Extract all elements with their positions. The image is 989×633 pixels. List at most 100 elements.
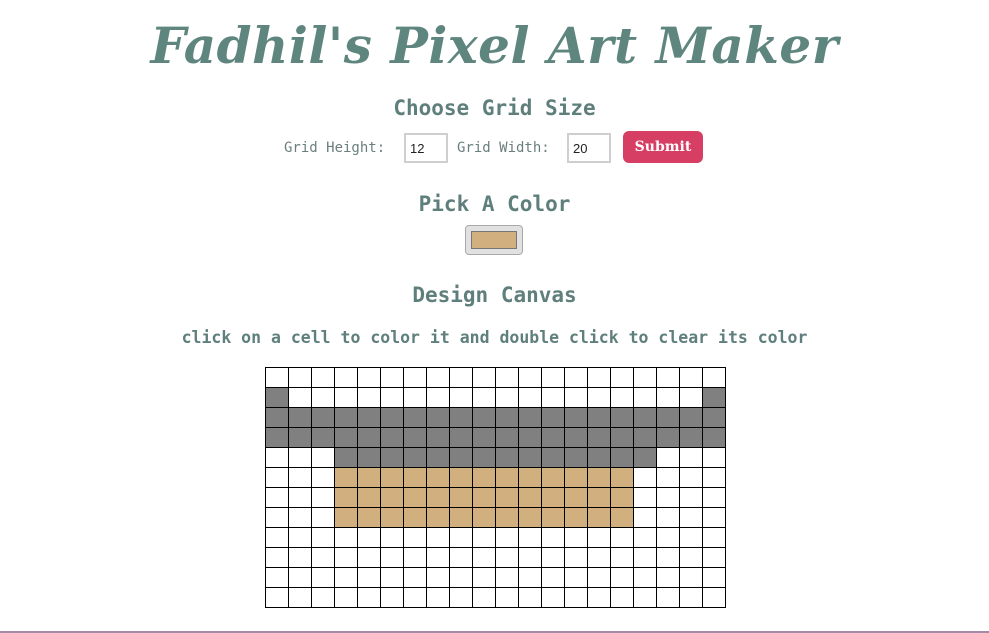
canvas-cell[interactable] xyxy=(380,447,404,468)
canvas-cell[interactable] xyxy=(472,507,496,528)
canvas-cell[interactable] xyxy=(679,547,703,568)
canvas-cell[interactable] xyxy=(265,447,289,468)
canvas-cell[interactable] xyxy=(610,527,634,548)
canvas-cell[interactable] xyxy=(495,427,519,448)
canvas-cell[interactable] xyxy=(265,507,289,528)
canvas-cell[interactable] xyxy=(679,367,703,388)
canvas-cell[interactable] xyxy=(679,587,703,608)
canvas-cell[interactable] xyxy=(472,387,496,408)
canvas-cell[interactable] xyxy=(564,467,588,488)
canvas-cell[interactable] xyxy=(311,507,335,528)
canvas-cell[interactable] xyxy=(380,527,404,548)
canvas-cell[interactable] xyxy=(380,567,404,588)
canvas-cell[interactable] xyxy=(656,447,680,468)
canvas-cell[interactable] xyxy=(679,407,703,428)
canvas-cell[interactable] xyxy=(380,367,404,388)
canvas-cell[interactable] xyxy=(633,447,657,468)
canvas-cell[interactable] xyxy=(449,507,473,528)
canvas-cell[interactable] xyxy=(495,367,519,388)
canvas-cell[interactable] xyxy=(679,467,703,488)
canvas-cell[interactable] xyxy=(265,427,289,448)
canvas-cell[interactable] xyxy=(334,367,358,388)
canvas-cell[interactable] xyxy=(357,547,381,568)
canvas-cell[interactable] xyxy=(679,567,703,588)
canvas-cell[interactable] xyxy=(449,427,473,448)
canvas-cell[interactable] xyxy=(633,367,657,388)
canvas-cell[interactable] xyxy=(564,587,588,608)
canvas-cell[interactable] xyxy=(265,567,289,588)
canvas-cell[interactable] xyxy=(380,487,404,508)
canvas-cell[interactable] xyxy=(564,447,588,468)
canvas-cell[interactable] xyxy=(518,507,542,528)
canvas-cell[interactable] xyxy=(518,547,542,568)
canvas-cell[interactable] xyxy=(288,427,312,448)
canvas-cell[interactable] xyxy=(702,407,726,428)
canvas-cell[interactable] xyxy=(426,387,450,408)
canvas-cell[interactable] xyxy=(288,447,312,468)
canvas-cell[interactable] xyxy=(265,467,289,488)
canvas-cell[interactable] xyxy=(564,387,588,408)
canvas-cell[interactable] xyxy=(288,507,312,528)
canvas-cell[interactable] xyxy=(426,507,450,528)
canvas-cell[interactable] xyxy=(288,547,312,568)
canvas-cell[interactable] xyxy=(702,507,726,528)
canvas-cell[interactable] xyxy=(633,527,657,548)
canvas-cell[interactable] xyxy=(472,427,496,448)
canvas-cell[interactable] xyxy=(541,587,565,608)
canvas-cell[interactable] xyxy=(403,367,427,388)
canvas-cell[interactable] xyxy=(311,527,335,548)
canvas-cell[interactable] xyxy=(357,387,381,408)
canvas-cell[interactable] xyxy=(587,547,611,568)
canvas-cell[interactable] xyxy=(633,547,657,568)
canvas-cell[interactable] xyxy=(610,467,634,488)
canvas-cell[interactable] xyxy=(564,567,588,588)
canvas-cell[interactable] xyxy=(633,587,657,608)
canvas-cell[interactable] xyxy=(403,427,427,448)
canvas-cell[interactable] xyxy=(311,367,335,388)
canvas-cell[interactable] xyxy=(472,567,496,588)
canvas-cell[interactable] xyxy=(288,387,312,408)
canvas-cell[interactable] xyxy=(380,407,404,428)
canvas-cell[interactable] xyxy=(656,387,680,408)
canvas-cell[interactable] xyxy=(702,387,726,408)
canvas-cell[interactable] xyxy=(288,407,312,428)
canvas-cell[interactable] xyxy=(288,527,312,548)
canvas-cell[interactable] xyxy=(357,447,381,468)
canvas-cell[interactable] xyxy=(541,367,565,388)
canvas-cell[interactable] xyxy=(518,367,542,388)
canvas-cell[interactable] xyxy=(518,487,542,508)
canvas-cell[interactable] xyxy=(633,407,657,428)
canvas-cell[interactable] xyxy=(288,567,312,588)
canvas-cell[interactable] xyxy=(357,427,381,448)
canvas-cell[interactable] xyxy=(311,427,335,448)
canvas-cell[interactable] xyxy=(334,527,358,548)
canvas-cell[interactable] xyxy=(449,407,473,428)
canvas-cell[interactable] xyxy=(541,407,565,428)
canvas-cell[interactable] xyxy=(357,587,381,608)
canvas-cell[interactable] xyxy=(541,567,565,588)
canvas-cell[interactable] xyxy=(449,467,473,488)
canvas-cell[interactable] xyxy=(656,527,680,548)
canvas-cell[interactable] xyxy=(334,587,358,608)
canvas-cell[interactable] xyxy=(357,367,381,388)
canvas-cell[interactable] xyxy=(541,487,565,508)
canvas-cell[interactable] xyxy=(288,467,312,488)
canvas-cell[interactable] xyxy=(334,547,358,568)
canvas-cell[interactable] xyxy=(380,547,404,568)
canvas-cell[interactable] xyxy=(426,527,450,548)
canvas-cell[interactable] xyxy=(679,447,703,468)
canvas-cell[interactable] xyxy=(541,447,565,468)
canvas-cell[interactable] xyxy=(633,487,657,508)
canvas-cell[interactable] xyxy=(357,527,381,548)
canvas-cell[interactable] xyxy=(656,507,680,528)
canvas-cell[interactable] xyxy=(403,447,427,468)
canvas-cell[interactable] xyxy=(564,527,588,548)
canvas-cell[interactable] xyxy=(633,507,657,528)
canvas-cell[interactable] xyxy=(518,467,542,488)
canvas-cell[interactable] xyxy=(403,467,427,488)
canvas-cell[interactable] xyxy=(702,447,726,468)
canvas-cell[interactable] xyxy=(449,367,473,388)
canvas-cell[interactable] xyxy=(449,487,473,508)
canvas-cell[interactable] xyxy=(380,507,404,528)
canvas-cell[interactable] xyxy=(679,487,703,508)
